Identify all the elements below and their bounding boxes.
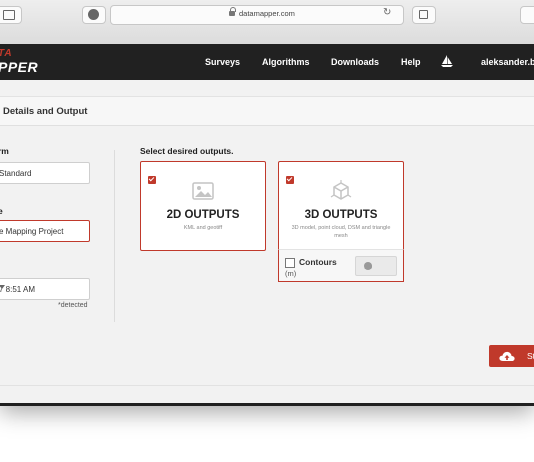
page-footer	[0, 403, 534, 406]
logo-bottom[interactable]: PPER	[0, 59, 38, 75]
output-card-3d[interactable]: 3D OUTPUTS 3D model, point cloud, DSM an…	[278, 161, 404, 251]
project-label: e	[0, 206, 3, 216]
logo-top[interactable]: TA	[0, 48, 13, 59]
platform-field[interactable]: Standard	[0, 162, 90, 184]
toolbar-button-right[interactable]	[520, 6, 534, 24]
output-2d-subtitle: KML and geotiff	[183, 225, 223, 231]
platform-value: Standard	[0, 169, 32, 178]
browser-toolbar: datamapper.com ↻	[0, 0, 534, 45]
nav-downloads[interactable]: Downloads	[331, 57, 379, 67]
start-button-label: St	[527, 351, 534, 361]
lock-icon	[229, 7, 236, 16]
cloud-upload-icon	[499, 351, 515, 361]
project-name-value: e Mapping Project	[0, 227, 64, 236]
user-menu[interactable]: aleksander.b	[481, 57, 534, 67]
project-name-field[interactable]: e Mapping Project	[0, 220, 90, 242]
output-3d-checkbox[interactable]	[286, 176, 294, 184]
output-3d-title: 3D OUTPUTS	[304, 209, 378, 221]
app-header: TA PPER Surveys Algorithms Downloads Hel…	[0, 44, 534, 80]
contours-unit: (m)	[285, 269, 297, 278]
page-title: Details and Output	[3, 106, 88, 117]
browser-window: datamapper.com ↻ TA PPER Surveys Algorit…	[0, 0, 534, 406]
nav-help[interactable]: Help	[401, 57, 421, 67]
tabs-icon	[419, 10, 428, 19]
output-3d-subtitle: 3D model, point cloud, DSM and triangle …	[291, 225, 391, 239]
address-bar[interactable]: datamapper.com ↻	[110, 5, 404, 25]
shield-icon	[88, 9, 99, 20]
privacy-button[interactable]	[82, 6, 106, 24]
nav-surveys[interactable]: Surveys	[205, 57, 240, 67]
output-2d-title: 2D OUTPUTS	[166, 209, 240, 221]
datetime-select[interactable]: 7 8:51 AM	[0, 278, 90, 300]
detected-note: *detected	[58, 302, 88, 309]
contours-row: Contours (m) 10 i	[278, 249, 404, 282]
sidebar-icon	[3, 10, 15, 20]
start-processing-button[interactable]: St	[489, 345, 534, 367]
page-title-bar: Details and Output	[0, 96, 534, 126]
outputs-heading: Select desired outputs.	[140, 146, 234, 156]
datetime-value: 7 8:51 AM	[0, 285, 36, 294]
platform-label: rm	[0, 146, 9, 156]
image-icon	[192, 182, 214, 200]
tab-overview-button[interactable]	[412, 6, 436, 24]
url-text: datamapper.com	[239, 9, 295, 18]
contours-label: Contours	[299, 257, 337, 267]
nav-algorithms[interactable]: Algorithms	[262, 57, 310, 67]
column-divider	[114, 150, 115, 322]
info-icon[interactable]: i	[364, 262, 372, 270]
content-bottom-divider	[0, 385, 534, 386]
output-card-2d[interactable]: 2D OUTPUTS KML and geotiff	[140, 161, 266, 251]
sidebar-toggle-button[interactable]	[0, 6, 22, 24]
reload-icon[interactable]: ↻	[383, 7, 391, 18]
sailboat-icon[interactable]	[440, 55, 454, 67]
contours-interval-input[interactable]: 10 i	[355, 256, 397, 276]
chevron-down-icon	[0, 285, 5, 289]
output-2d-checkbox[interactable]	[148, 176, 156, 184]
cube-icon	[330, 180, 352, 200]
contours-checkbox[interactable]	[285, 258, 295, 268]
